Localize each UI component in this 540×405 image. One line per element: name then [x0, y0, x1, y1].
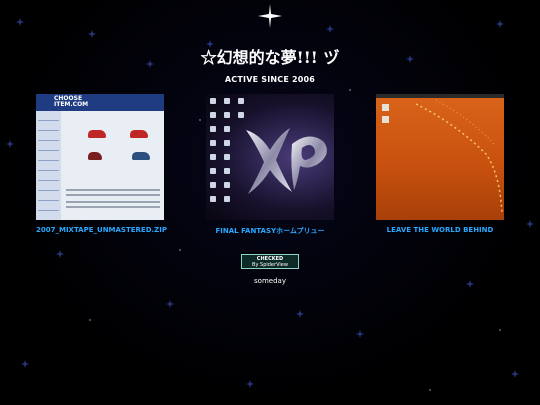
page-subtitle: ACTIVE SINCE 2006 [224, 75, 316, 84]
sparkle-star-icon [258, 4, 282, 28]
spiderview-badge[interactable]: CHECKED By SpiderView [241, 254, 299, 269]
car-image [130, 130, 148, 138]
car-image [132, 152, 150, 160]
gallery-item[interactable]: CHOOSE ITEM.COM 2007_MIXTAPE_UNMASTERED.… [36, 94, 167, 234]
xp-logo-graphic [246, 128, 327, 194]
used-car-website-thumbnail[interactable]: CHOOSE ITEM.COM [36, 94, 164, 220]
site-logo: CHOOSE ITEM.COM [54, 95, 89, 108]
gallery-item[interactable]: FINAL FANTASYホームプリュー [206, 94, 334, 236]
footer-text: someday [254, 277, 286, 285]
gallery-item[interactable]: LEAVE THE WORLD BEHIND [376, 94, 504, 234]
light-streak-graphic [415, 99, 503, 215]
gallery-caption-link[interactable]: 2007_MIXTAPE_UNMASTERED.ZIP [36, 226, 167, 234]
car-image [88, 130, 106, 138]
orange-desktop-thumbnail[interactable] [376, 94, 504, 220]
motorcycle-image [88, 152, 102, 160]
site-sidebar [36, 111, 61, 220]
gallery-caption-link[interactable]: LEAVE THE WORLD BEHIND [376, 226, 504, 234]
page-title: ☆幻想的な夢!!! ヅ [200, 48, 340, 67]
gallery-caption-link[interactable]: FINAL FANTASYホームプリュー [206, 226, 334, 236]
desktop-screenshot-thumbnail[interactable] [206, 94, 334, 220]
